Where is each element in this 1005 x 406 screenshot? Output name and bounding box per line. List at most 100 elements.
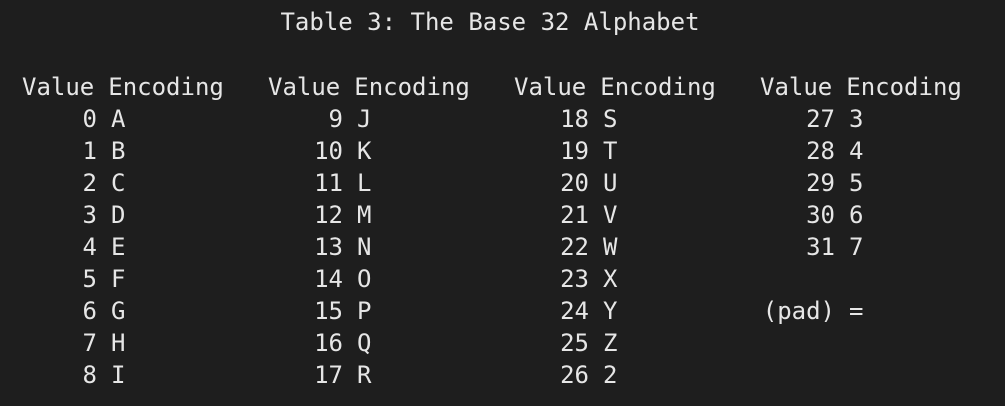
table-row: 30 6 xyxy=(760,199,962,231)
table-row: 18 S xyxy=(514,103,716,135)
encoding-cell: G xyxy=(111,297,126,325)
column-header: Value Encoding xyxy=(514,71,716,103)
value-cell: 15 xyxy=(314,297,343,325)
encoding-cell: C xyxy=(111,169,126,197)
encoding-cell: Q xyxy=(357,329,372,357)
table-row: 16 Q xyxy=(268,327,470,359)
table-row: 8I xyxy=(22,359,224,391)
encoding-cell: T xyxy=(603,137,618,165)
encoding-cell: B xyxy=(111,137,126,165)
encoding-header: Encoding xyxy=(108,73,224,101)
value-cell: 24 xyxy=(560,297,589,325)
encoding-cell: S xyxy=(603,105,618,133)
table-row: 28 4 xyxy=(760,135,962,167)
table-row: 31 7 xyxy=(760,231,962,263)
value-cell: 6 xyxy=(82,297,97,325)
encoding-cell: I xyxy=(111,361,126,389)
table-row: 27 3 xyxy=(760,103,962,135)
encoding-cell: U xyxy=(603,169,618,197)
encoding-cell: M xyxy=(357,201,372,229)
encoding-cell: 4 xyxy=(849,137,864,165)
value-cell: 18 xyxy=(560,105,589,133)
column-header: Value Encoding xyxy=(22,71,224,103)
table-row: 21 V xyxy=(514,199,716,231)
table-row: 3D xyxy=(22,199,224,231)
value-header: Value xyxy=(22,73,95,101)
encoding-cell: 6 xyxy=(849,201,864,229)
encoding-cell: K xyxy=(357,137,372,165)
table-row: 14 O xyxy=(268,263,470,295)
encoding-cell: E xyxy=(111,233,126,261)
table-row: 19 T xyxy=(514,135,716,167)
value-header: Value xyxy=(760,73,833,101)
encoding-cell: P xyxy=(357,297,372,325)
table-column-2: Value Encoding 9J 10 K 11 L 12 M 13 N 14 O 15 P… xyxy=(268,71,470,391)
encoding-cell: = xyxy=(849,297,864,325)
encoding-cell: H xyxy=(111,329,126,357)
value-cell: 20 xyxy=(560,169,589,197)
encoding-cell: V xyxy=(603,201,618,229)
encoding-header: Encoding xyxy=(600,73,716,101)
table-row-blank xyxy=(760,263,962,295)
encoding-cell: N xyxy=(357,233,372,261)
table-row: 7H xyxy=(22,327,224,359)
value-cell: 28 xyxy=(806,137,835,165)
encoding-cell: O xyxy=(357,265,372,293)
encoding-cell: R xyxy=(357,361,372,389)
encoding-cell: 3 xyxy=(849,105,864,133)
encoding-cell: F xyxy=(111,265,126,293)
encoding-cell: A xyxy=(111,105,126,133)
encoding-header: Encoding xyxy=(846,73,962,101)
value-cell: 5 xyxy=(82,265,97,293)
table-row: 15 P xyxy=(268,295,470,327)
encoding-cell: 7 xyxy=(849,233,864,261)
value-cell: 12 xyxy=(314,201,343,229)
value-cell: 1 xyxy=(82,137,97,165)
value-cell: 16 xyxy=(314,329,343,357)
value-cell: 11 xyxy=(314,169,343,197)
table-row: 0A xyxy=(22,103,224,135)
table-row: 4E xyxy=(22,231,224,263)
table-title: Table 3: The Base 32 Alphabet xyxy=(280,8,700,36)
value-cell: 0 xyxy=(82,105,97,133)
table-column-3: Value Encoding 18 S 19 T 20 U 21 V 22 W 23 X 24… xyxy=(514,71,716,391)
encoding-cell: 2 xyxy=(603,361,618,389)
table-row-pad: (pad) = xyxy=(760,295,962,327)
table-row: 26 2 xyxy=(514,359,716,391)
table-row: 9J xyxy=(268,103,470,135)
value-cell: 14 xyxy=(314,265,343,293)
table-column-4: Value Encoding 27 3 28 4 29 5 30 6 31 7 (pad) = xyxy=(760,71,962,327)
table-row: 2C xyxy=(22,167,224,199)
encoding-header: Encoding xyxy=(354,73,470,101)
column-header: Value Encoding xyxy=(268,71,470,103)
table-row: 24 Y xyxy=(514,295,716,327)
value-cell: 4 xyxy=(82,233,97,261)
value-cell: 30 xyxy=(806,201,835,229)
value-cell: 25 xyxy=(560,329,589,357)
value-cell: 2 xyxy=(82,169,97,197)
value-cell: 27 xyxy=(806,105,835,133)
value-cell: 31 xyxy=(806,233,835,261)
value-cell: (pad) xyxy=(762,297,835,325)
value-cell: 19 xyxy=(560,137,589,165)
value-cell: 23 xyxy=(560,265,589,293)
table-row: 11 L xyxy=(268,167,470,199)
encoding-cell: W xyxy=(603,233,618,261)
table-row: 25 Z xyxy=(514,327,716,359)
table-row: 17 R xyxy=(268,359,470,391)
column-header: Value Encoding xyxy=(760,71,962,103)
value-cell: 21 xyxy=(560,201,589,229)
value-cell: 13 xyxy=(314,233,343,261)
value-header: Value xyxy=(268,73,341,101)
table-row: 22 W xyxy=(514,231,716,263)
table-row: 6G xyxy=(22,295,224,327)
value-cell: 3 xyxy=(82,201,97,229)
value-cell: 29 xyxy=(806,169,835,197)
value-cell: 7 xyxy=(82,329,97,357)
encoding-cell: L xyxy=(357,169,372,197)
table-column-1: Value Encoding 0A 1B 2C 3D 4E 5F 6G 7H 8I xyxy=(22,71,224,391)
value-header: Value xyxy=(514,73,587,101)
table-row: 13 N xyxy=(268,231,470,263)
encoding-cell: X xyxy=(603,265,618,293)
encoding-cell: J xyxy=(357,105,372,133)
